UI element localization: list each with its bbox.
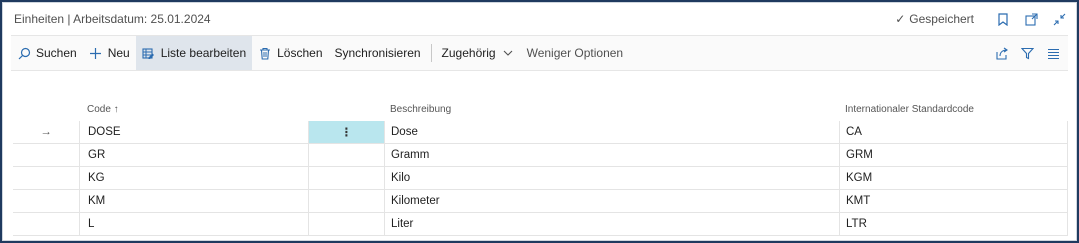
related-label: Zugehörig	[441, 46, 496, 60]
cell-code[interactable]: GR	[79, 144, 308, 166]
collapse-icon[interactable]	[1052, 12, 1066, 26]
cell-intl-code[interactable]: CA	[839, 121, 1068, 143]
share-icon[interactable]	[994, 46, 1008, 60]
column-header-description[interactable]: Beschreibung	[384, 104, 839, 115]
checkmark-icon: ✓	[895, 12, 906, 26]
delete-button[interactable]: Löschen	[252, 36, 328, 70]
saved-label: Gespeichert	[909, 12, 974, 26]
search-icon	[17, 46, 31, 60]
list-view-icon[interactable]	[1046, 46, 1060, 60]
trash-icon	[258, 46, 272, 60]
new-label: Neu	[107, 46, 130, 60]
cell-code[interactable]: L	[79, 213, 308, 235]
fewer-options-label: Weniger Optionen	[526, 46, 624, 60]
action-separator	[430, 44, 432, 62]
search-button[interactable]: Suchen	[11, 36, 83, 70]
toolbar-right-icons	[994, 46, 1068, 60]
table-row[interactable]: L Liter LTR	[13, 213, 1068, 236]
arrow-right-icon: →	[40, 126, 52, 138]
search-label: Suchen	[36, 46, 77, 60]
delete-label: Löschen	[277, 46, 323, 60]
cell-description[interactable]: Gramm	[384, 144, 839, 166]
table-row[interactable]: GR Gramm GRM	[13, 144, 1068, 167]
cell-description[interactable]: Kilo	[384, 167, 839, 189]
row-menu-icon[interactable]: ⋮	[308, 121, 384, 143]
plus-icon	[89, 46, 103, 60]
filter-icon[interactable]	[1020, 46, 1034, 60]
cell-intl-code[interactable]: KGM	[839, 167, 1068, 189]
table-header: Code ↑ Beschreibung Internationaler Stan…	[13, 97, 1068, 121]
cell-code[interactable]: KM	[79, 190, 308, 212]
table-row[interactable]: KG Kilo KGM	[13, 167, 1068, 190]
cell-description[interactable]: Liter	[384, 213, 839, 235]
cell-description[interactable]: Dose	[384, 121, 839, 143]
page-title: Einheiten | Arbeitsdatum: 25.01.2024	[14, 12, 211, 26]
cell-code[interactable]: DOSE	[79, 121, 308, 143]
saved-status: ✓ Gespeichert	[895, 12, 974, 26]
sync-button[interactable]: Synchronisieren	[329, 36, 427, 70]
table-row[interactable]: KM Kilometer KMT	[13, 190, 1068, 213]
page-frame: Einheiten | Arbeitsdatum: 25.01.2024 ✓ G…	[2, 2, 1077, 241]
cell-code[interactable]: KG	[79, 167, 308, 189]
edit-list-button[interactable]: Liste bearbeiten	[135, 36, 253, 70]
bookmark-icon[interactable]	[996, 12, 1010, 26]
edit-list-label: Liste bearbeiten	[160, 46, 247, 60]
table-row[interactable]: → DOSE ⋮ Dose CA	[13, 121, 1068, 144]
column-header-code[interactable]: Code ↑	[79, 104, 308, 115]
title-bar: Einheiten | Arbeitsdatum: 25.01.2024 ✓ G…	[3, 3, 1076, 35]
title-icons	[996, 12, 1066, 26]
cell-intl-code[interactable]: KMT	[839, 190, 1068, 212]
sync-label: Synchronisieren	[334, 46, 421, 60]
cell-intl-code[interactable]: GRM	[839, 144, 1068, 166]
fewer-options-button[interactable]: Weniger Optionen	[521, 36, 630, 70]
new-button[interactable]: Neu	[83, 36, 136, 70]
cell-description[interactable]: Kilometer	[384, 190, 839, 212]
edit-list-icon	[142, 46, 156, 60]
chevron-down-icon	[501, 46, 515, 60]
column-header-intl-code[interactable]: Internationaler Standardcode	[839, 104, 1068, 115]
action-bar: Suchen Neu Liste bearbeiten Löschen Sync…	[11, 35, 1068, 71]
open-new-window-icon[interactable]	[1024, 12, 1038, 26]
related-menu[interactable]: Zugehörig	[436, 36, 521, 70]
units-table: Code ↑ Beschreibung Internationaler Stan…	[13, 97, 1068, 236]
cell-intl-code[interactable]: LTR	[839, 213, 1068, 235]
